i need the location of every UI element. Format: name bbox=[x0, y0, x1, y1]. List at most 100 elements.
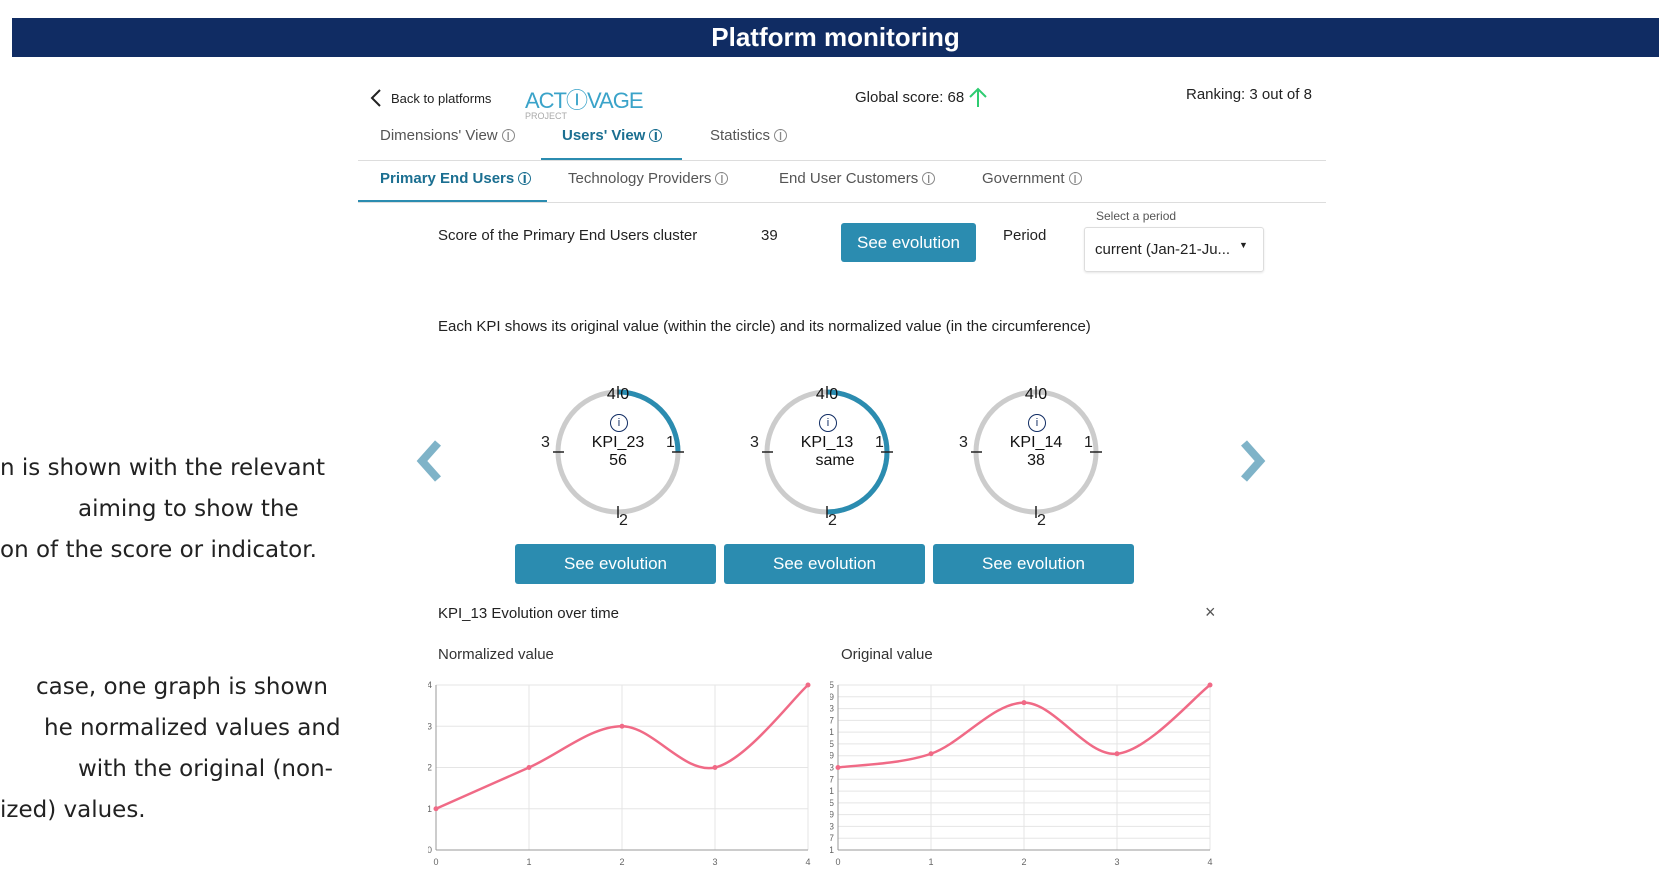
caret-down-icon: ▼ bbox=[1239, 240, 1248, 250]
kpi-value: same bbox=[815, 452, 855, 469]
tab-label: Statistics bbox=[710, 127, 771, 144]
tick-top: 4 0 bbox=[1024, 386, 1048, 403]
close-icon[interactable]: × bbox=[1205, 602, 1216, 623]
y-tick-label: 37 bbox=[830, 774, 834, 784]
y-tick-label: 7 bbox=[830, 833, 834, 843]
tab-label: End User Customers bbox=[779, 170, 919, 187]
chart-title: Original value bbox=[841, 646, 933, 663]
divider bbox=[358, 202, 1326, 203]
carousel-prev-button[interactable] bbox=[416, 439, 444, 488]
kpi-gauge[interactable]: 4 0 1 3 2 i KPI_14 38 bbox=[959, 362, 1131, 532]
side-text-line: on of the score or indicator. bbox=[0, 537, 317, 563]
y-tick-label: 31 bbox=[830, 786, 834, 796]
kpi-gauge[interactable]: 4 0 1 3 2 i KPI_13 same bbox=[750, 362, 922, 532]
x-tick-label: 0 bbox=[433, 857, 438, 867]
kpi-see-evolution-button[interactable]: See evolution bbox=[724, 544, 925, 584]
info-icon: i bbox=[922, 171, 936, 186]
tick-top: 4 0 bbox=[815, 386, 839, 403]
back-label: Back to platforms bbox=[391, 90, 492, 106]
chart-title: Normalized value bbox=[438, 646, 554, 663]
y-tick-label: 1 bbox=[428, 804, 432, 814]
active-tab-indicator bbox=[541, 158, 682, 160]
see-evolution-button[interactable]: See evolution bbox=[841, 223, 976, 262]
page-title: Platform monitoring bbox=[711, 22, 960, 52]
tab-label: Users' View bbox=[562, 127, 646, 144]
data-point bbox=[835, 765, 841, 770]
kpi-name: KPI_14 bbox=[1009, 434, 1063, 451]
tick-left: 3 bbox=[541, 434, 550, 451]
cluster-score-label: Score of the Primary End Users cluster bbox=[438, 227, 698, 244]
info-icon: i bbox=[518, 171, 532, 186]
page-banner: Platform monitoring bbox=[12, 18, 1659, 57]
chevron-right-icon bbox=[1241, 440, 1266, 482]
x-tick-label: 3 bbox=[712, 857, 717, 867]
x-tick-label: 1 bbox=[526, 857, 531, 867]
active-tab-indicator bbox=[358, 200, 547, 202]
tab-end-user-customers[interactable]: End User Customers i bbox=[779, 170, 936, 188]
kpi-value: 38 bbox=[1027, 452, 1045, 469]
data-point bbox=[1207, 682, 1213, 688]
data-point bbox=[433, 806, 439, 812]
kpi-see-evolution-button[interactable]: See evolution bbox=[515, 544, 716, 584]
info-icon: i bbox=[774, 128, 788, 143]
side-text-line: case, one graph is shown bbox=[36, 674, 328, 700]
chevron-left-icon bbox=[370, 89, 381, 107]
evolution-title: KPI_13 Evolution over time bbox=[438, 605, 619, 622]
x-tick-label: 1 bbox=[928, 857, 933, 867]
global-score-text: Global score: 68 bbox=[855, 88, 965, 106]
y-tick-label: 61 bbox=[830, 727, 834, 737]
info-icon: i bbox=[1068, 171, 1082, 186]
tab-technology-providers[interactable]: Technology Providers i bbox=[568, 170, 729, 188]
data-point bbox=[619, 723, 625, 729]
side-text-line: aiming to show the bbox=[78, 496, 299, 522]
tab-dimensions-view[interactable]: Dimensions' View i bbox=[380, 127, 515, 145]
back-link[interactable]: Back to platforms bbox=[369, 88, 491, 108]
ranking: Ranking: 3 out of 8 bbox=[1186, 86, 1312, 103]
info-icon: i bbox=[501, 128, 515, 143]
cluster-score-value: 39 bbox=[761, 227, 778, 244]
data-point bbox=[928, 751, 934, 757]
period-label: Period bbox=[1003, 227, 1047, 244]
info-icon[interactable]: i bbox=[1028, 414, 1046, 432]
data-point bbox=[526, 765, 532, 770]
carousel-next-button[interactable] bbox=[1238, 439, 1266, 488]
tab-users-view[interactable]: Users' View i bbox=[562, 127, 663, 145]
y-tick-label: 1 bbox=[830, 845, 834, 855]
side-text-line: with the original (non- bbox=[78, 756, 333, 782]
y-tick-label: 2 bbox=[428, 763, 432, 773]
tab-primary-end-users[interactable]: Primary End Users i bbox=[380, 170, 532, 188]
y-tick-label: 73 bbox=[830, 704, 834, 714]
side-text-line: he normalized values and bbox=[44, 715, 341, 741]
logo: ACTⒾVAGE PROJECT bbox=[525, 83, 644, 121]
tick-bottom: 2 bbox=[619, 512, 628, 529]
info-icon[interactable]: i bbox=[610, 414, 628, 432]
global-score: Global score: 68 bbox=[855, 86, 988, 108]
y-tick-label: 67 bbox=[830, 715, 834, 725]
side-text-line: n is shown with the relevant bbox=[0, 455, 326, 481]
tab-statistics[interactable]: Statistics i bbox=[710, 127, 788, 145]
period-select-value: current (Jan-21-Ju... bbox=[1095, 241, 1231, 258]
tab-label: Technology Providers bbox=[568, 170, 712, 187]
kpi-gauge[interactable]: 4 0 1 3 2 i KPI_23 56 bbox=[541, 362, 713, 532]
y-tick-label: 0 bbox=[428, 845, 432, 855]
info-icon[interactable]: i bbox=[819, 414, 837, 432]
y-tick-label: 85 bbox=[830, 680, 834, 690]
original-value-chart: 171319253137434955616773798501234 bbox=[830, 680, 1213, 867]
side-text-line: ized) values. bbox=[0, 797, 146, 823]
divider bbox=[358, 160, 1326, 161]
tick-left: 3 bbox=[959, 434, 968, 451]
tick-bottom: 2 bbox=[828, 512, 837, 529]
tab-government[interactable]: Government i bbox=[982, 170, 1082, 188]
period-select[interactable]: current (Jan-21-Ju... ▼ bbox=[1084, 227, 1264, 272]
kpi-note: Each KPI shows its original value (withi… bbox=[438, 318, 1091, 335]
x-tick-label: 2 bbox=[619, 857, 624, 867]
tick-top: 4 0 bbox=[606, 386, 630, 403]
y-tick-label: 43 bbox=[830, 763, 834, 773]
x-tick-label: 0 bbox=[835, 857, 840, 867]
kpi-see-evolution-button[interactable]: See evolution bbox=[933, 544, 1134, 584]
kpi-name: KPI_13 bbox=[800, 434, 854, 451]
y-tick-label: 13 bbox=[830, 821, 834, 831]
y-tick-label: 19 bbox=[830, 810, 834, 820]
tab-label: Government bbox=[982, 170, 1065, 187]
y-tick-label: 55 bbox=[830, 739, 834, 749]
